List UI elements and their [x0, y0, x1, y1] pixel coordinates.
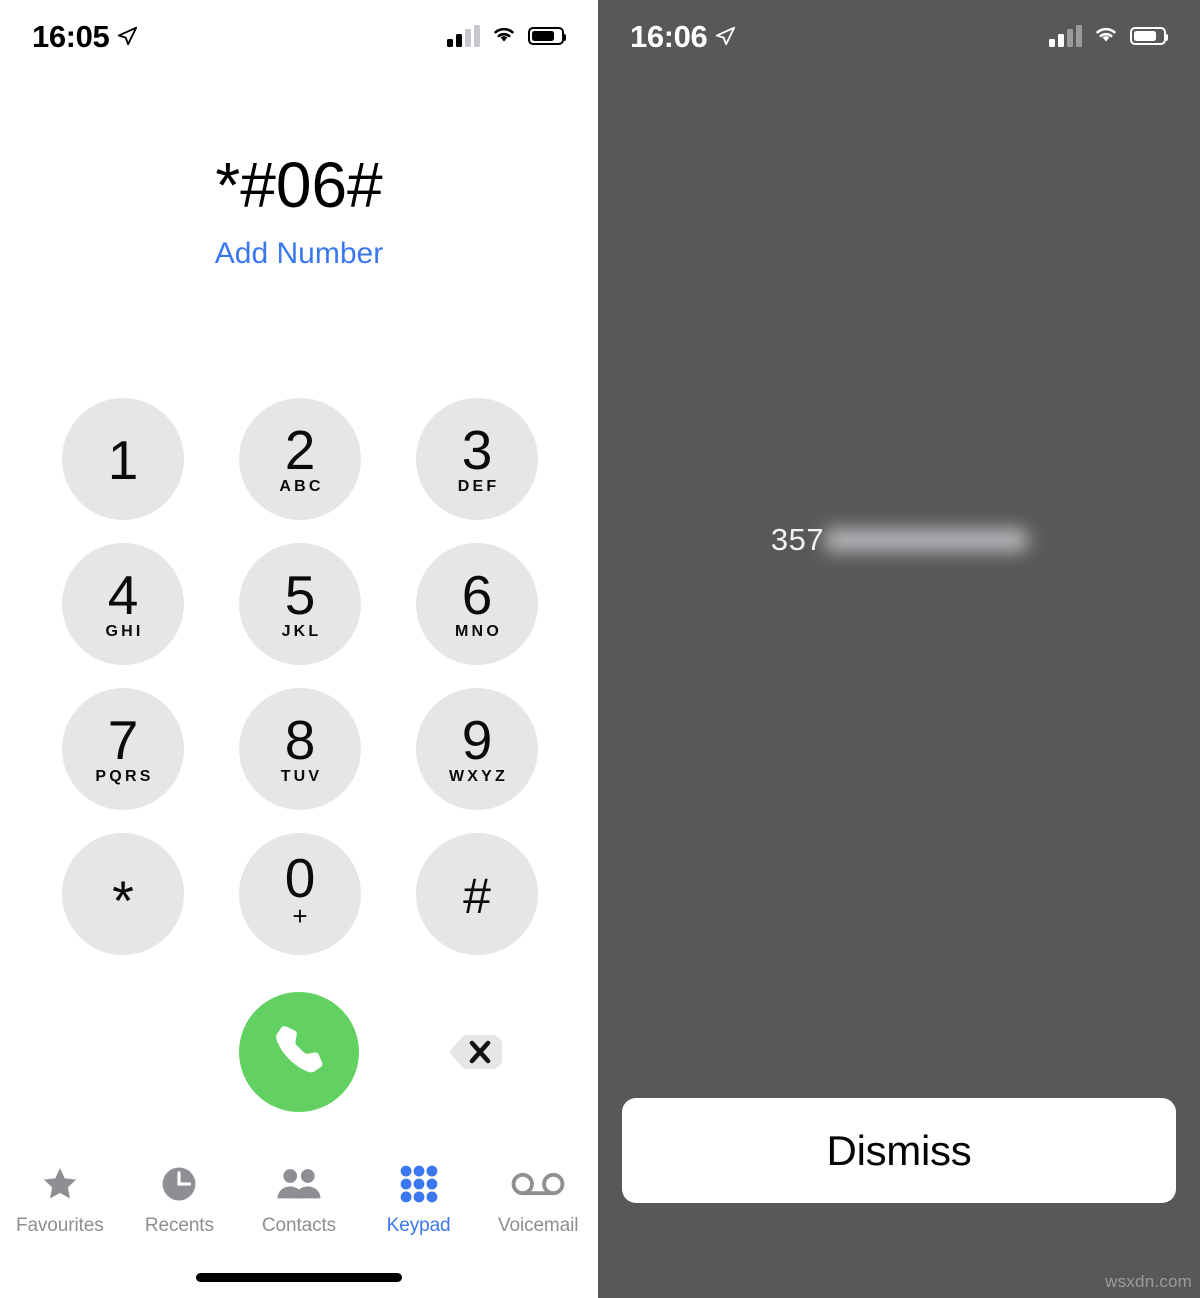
status-bar-left: 16:05 [0, 0, 598, 72]
watermark: wsxdn.com [1105, 1272, 1192, 1291]
key-digit: 0 [284, 847, 316, 910]
tab-voicemail[interactable]: Voicemail [478, 1162, 598, 1237]
key-digit: 3 [461, 418, 493, 481]
tab-label: Keypad [386, 1215, 451, 1236]
status-bar-left-group: 16:06 [630, 21, 736, 52]
key-digit: 5 [284, 563, 316, 626]
status-time: 16:06 [630, 18, 708, 54]
key-digit: * [112, 869, 134, 932]
key-digit: 7 [107, 708, 139, 771]
key-letters: TUV [280, 768, 323, 786]
dial-keypad: 1 2 ABC 3 DEF 4 GHI 5 JKL 6 MNO 7 PQRS 8… [62, 398, 538, 955]
tab-favourites[interactable]: Favourites [0, 1162, 120, 1237]
keypad-key-9[interactable]: 9 WXYZ [416, 688, 538, 810]
right-phone-screen: 16:06 357 Dismiss wsxdn.com [598, 0, 1200, 1298]
keypad-key-star[interactable]: * [62, 833, 184, 955]
keypad-key-2[interactable]: 2 ABC [239, 398, 361, 520]
key-letters: ABC [279, 478, 324, 496]
status-bar-right: 16:06 [598, 0, 1200, 72]
dismiss-button[interactable]: Dismiss [622, 1098, 1176, 1203]
voicemail-icon [511, 1162, 565, 1206]
left-phone-screen: 16:05 *#06# Add Number 1 2 ABC 3 DEF 4 G… [0, 0, 598, 1298]
tab-keypad[interactable]: Keypad [359, 1162, 479, 1237]
people-icon [275, 1162, 323, 1206]
status-bar-right-group [1049, 24, 1168, 49]
call-button[interactable] [239, 992, 359, 1112]
imei-visible-digits: 357 [770, 522, 825, 557]
backspace-delete-icon [449, 1035, 502, 1069]
keypad-key-5[interactable]: 5 JKL [239, 543, 361, 665]
tab-label: Favourites [15, 1215, 104, 1236]
key-letters: PQRS [95, 768, 154, 786]
status-bar-left-group: 16:05 [32, 21, 138, 52]
status-bar-right-group [447, 24, 566, 49]
tab-label: Contacts [261, 1215, 337, 1236]
clock-icon [158, 1162, 200, 1206]
imei-alert-text: 357 [598, 524, 1200, 555]
key-letters: GHI [105, 623, 144, 641]
keypad-key-1[interactable]: 1 [62, 398, 184, 520]
dialed-number-area: *#06# Add Number [0, 151, 598, 271]
add-number-button[interactable]: Add Number [0, 237, 598, 271]
key-digit: 1 [107, 428, 139, 491]
key-letters: WXYZ [448, 768, 509, 786]
cellular-signal-icon [447, 25, 480, 47]
keypad-key-6[interactable]: 6 MNO [416, 543, 538, 665]
key-digit: 9 [461, 708, 493, 771]
star-icon [39, 1162, 81, 1206]
phone-handset-icon [269, 1020, 329, 1085]
dismiss-button-label: Dismiss [826, 1126, 972, 1174]
delete-backspace-button[interactable] [424, 1027, 504, 1077]
keypad-key-8[interactable]: 8 TUV [239, 688, 361, 810]
cellular-signal-icon [1049, 25, 1082, 47]
keypad-key-7[interactable]: 7 PQRS [62, 688, 184, 810]
tab-label: Voicemail [497, 1215, 579, 1236]
keypad-key-0[interactable]: 0 + [239, 833, 361, 955]
keypad-key-3[interactable]: 3 DEF [416, 398, 538, 520]
key-letters: DEF [457, 478, 500, 496]
dialed-number-display[interactable]: *#06# [0, 151, 598, 219]
key-letters: MNO [455, 623, 502, 641]
wifi-icon [491, 24, 517, 49]
keypad-key-hash[interactable]: # [416, 833, 538, 955]
key-digit: 8 [284, 708, 316, 771]
keypad-key-4[interactable]: 4 GHI [62, 543, 184, 665]
dual-screenshot-container: 16:05 *#06# Add Number 1 2 ABC 3 DEF 4 G… [0, 0, 1200, 1298]
location-arrow-icon [116, 25, 138, 47]
key-letters: JKL [281, 623, 322, 641]
bottom-tab-bar: Favourites Recents Contacts Keypad Voice… [0, 1162, 598, 1246]
key-letters: + [292, 900, 308, 931]
location-arrow-icon [714, 25, 736, 47]
key-digit: 4 [107, 563, 139, 626]
battery-icon [1130, 27, 1168, 45]
tab-recents[interactable]: Recents [120, 1162, 240, 1237]
status-time: 16:05 [32, 18, 110, 54]
home-indicator [196, 1273, 402, 1282]
key-digit: 6 [461, 563, 493, 626]
battery-icon [528, 27, 566, 45]
tab-contacts[interactable]: Contacts [239, 1162, 359, 1237]
key-digit: # [463, 868, 491, 924]
tab-label: Recents [144, 1215, 214, 1236]
keypad-dots-icon [399, 1162, 439, 1206]
imei-redacted-blur [825, 528, 1028, 551]
call-action-row [0, 992, 598, 1112]
key-digit: 2 [284, 418, 316, 481]
wifi-icon [1093, 24, 1119, 49]
